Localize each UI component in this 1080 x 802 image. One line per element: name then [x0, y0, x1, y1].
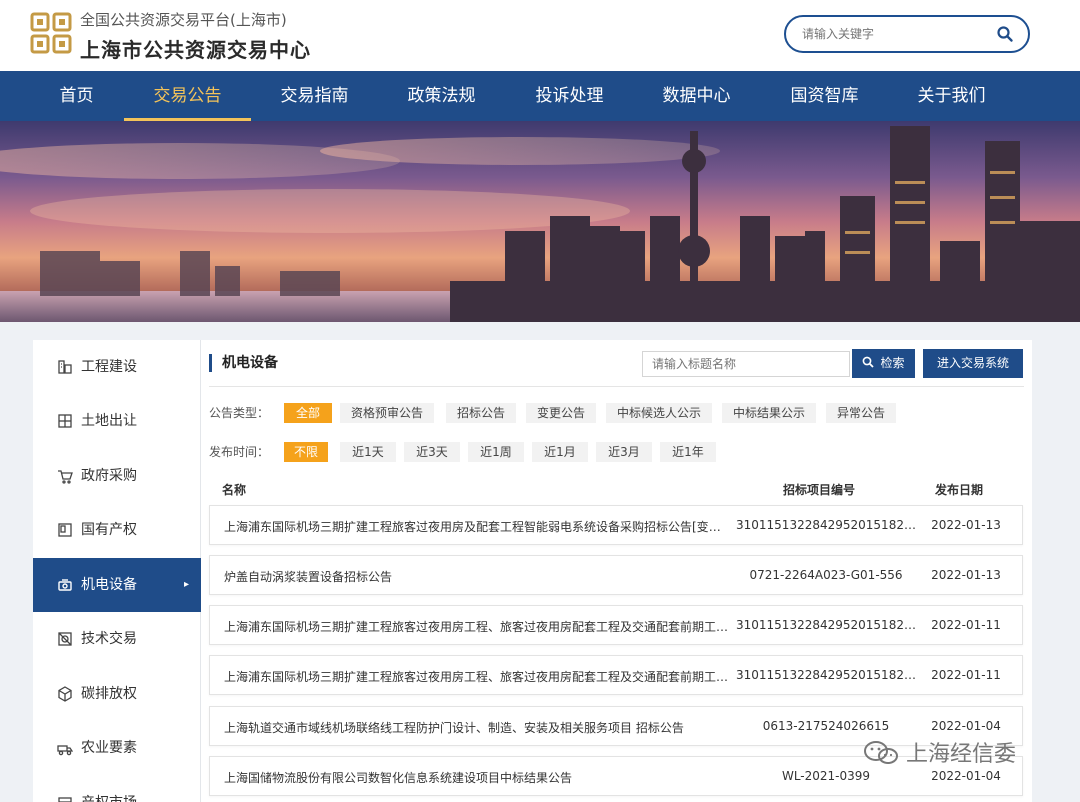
type-chip-prequalification[interactable]: 资格预审公告: [340, 403, 434, 423]
site-subtitle: 全国公共资源交易平台(上海市): [80, 11, 287, 29]
sidebar-item-market[interactable]: 产权市场: [33, 776, 201, 802]
agriculture-icon: [57, 745, 73, 756]
row-date: 2022-01-13: [931, 568, 1001, 582]
sidebar-item-label: 农业要素: [81, 740, 137, 756]
sidebar-item-label: 国有产权: [81, 522, 137, 538]
type-chip-result[interactable]: 中标结果公示: [722, 403, 816, 423]
sidebar-item-state-property[interactable]: 国有产权: [33, 503, 201, 557]
time-chip-1month[interactable]: 近1月: [532, 442, 588, 462]
row-code: 0613-217524026615: [762, 719, 890, 733]
time-chip-1day[interactable]: 近1天: [340, 442, 396, 462]
title-search-input[interactable]: [652, 356, 842, 372]
row-code: 310115132284295201518210100: [736, 618, 916, 632]
sidebar-item-label: 工程建设: [81, 359, 137, 375]
sidebar-item-label: 产权市场: [81, 776, 137, 802]
table-row[interactable]: 上海浦东国际机场三期扩建工程旅客过夜用房及配套工程智能弱电系统设备采购招标公告[…: [209, 505, 1023, 545]
city-skyline-banner: [0, 121, 1080, 322]
search-button[interactable]: 检索: [852, 349, 915, 378]
column-header-name: 名称: [222, 483, 247, 497]
nav-about[interactable]: 关于我们: [888, 71, 1015, 121]
time-chip-3days[interactable]: 近3天: [404, 442, 460, 462]
row-name[interactable]: 上海浦东国际机场三期扩建工程旅客过夜用房工程、旅客过夜用房配套工程及交通配套前期…: [224, 668, 732, 685]
skyline-illustration: [0, 126, 1080, 322]
site-header: 全国公共资源交易平台(上海市) 上海市公共资源交易中心: [0, 0, 1080, 71]
search-icon: [863, 356, 875, 368]
cart-icon: [58, 470, 73, 484]
sidebar-item-carbon[interactable]: 碳排放权: [33, 667, 201, 721]
sidebar-item-label: 政府采购: [81, 468, 137, 484]
search-icon[interactable]: [996, 25, 1014, 43]
announcement-panel: 机电设备 检索 进入交易系统 公告类型： 全部 资格预审公告 招标公告 变更公告…: [201, 340, 1032, 802]
sidebar-item-agriculture[interactable]: 农业要素: [33, 721, 201, 775]
column-header-code: 招标项目编号: [783, 483, 856, 497]
nav-policy[interactable]: 政策法规: [378, 71, 505, 121]
enter-trading-system-button[interactable]: 进入交易系统: [923, 349, 1023, 378]
row-name[interactable]: 上海浦东国际机场三期扩建工程旅客过夜用房及配套工程智能弱电系统设备采购招标公告[…: [224, 518, 732, 535]
type-chip-tender[interactable]: 招标公告: [446, 403, 516, 423]
main-nav: 首页 交易公告 交易指南 政策法规 投诉处理 数据中心 国资智库 关于我们: [0, 71, 1080, 121]
sidebar-item-equipment[interactable]: 机电设备 ▸: [33, 558, 201, 612]
time-filter-label: 发布时间：: [209, 445, 270, 459]
wechat-watermark: 上海经信委: [862, 738, 1016, 772]
sidebar-item-engineering[interactable]: 工程建设: [33, 340, 201, 394]
time-chip-1year[interactable]: 近1年: [660, 442, 716, 462]
row-date: 2022-01-11: [931, 618, 1001, 632]
nav-guide[interactable]: 交易指南: [251, 71, 378, 121]
type-chip-all[interactable]: 全部: [284, 403, 332, 423]
row-code: 310115132284295201518210100: [736, 668, 916, 682]
type-filter-label: 公告类型：: [209, 406, 270, 420]
carbon-icon: [58, 686, 72, 702]
type-chip-change[interactable]: 变更公告: [526, 403, 596, 423]
global-search: [784, 15, 1030, 53]
section-title: 机电设备: [209, 354, 278, 372]
logo-icon[interactable]: [30, 12, 72, 54]
chevron-right-icon: ▸: [183, 579, 189, 590]
market-icon: [58, 797, 72, 802]
time-chip-3months[interactable]: 近3月: [596, 442, 652, 462]
nav-announcements[interactable]: 交易公告: [124, 71, 251, 121]
title-search: [642, 351, 850, 377]
table-row[interactable]: 炉盖自动涡浆装置设备招标公告 0721-2264A023-G01-556 202…: [209, 555, 1023, 595]
row-date: 2022-01-04: [931, 719, 1001, 733]
nav-complaints[interactable]: 投诉处理: [506, 71, 633, 121]
building-icon: [58, 360, 72, 374]
row-name[interactable]: 上海轨道交通市域线机场联络线工程防护门设计、制造、安装及相关服务项目 招标公告: [224, 719, 732, 736]
nav-data-center[interactable]: 数据中心: [633, 71, 760, 121]
row-name[interactable]: 上海浦东国际机场三期扩建工程旅客过夜用房工程、旅客过夜用房配套工程及交通配套前期…: [224, 618, 732, 635]
sidebar-item-label: 机电设备: [81, 577, 137, 593]
type-chip-candidate[interactable]: 中标候选人公示: [606, 403, 712, 423]
global-search-input[interactable]: [802, 25, 992, 43]
equipment-icon: [58, 579, 72, 591]
site-title[interactable]: 上海市公共资源交易中心: [80, 34, 311, 63]
category-sidebar: 工程建设 土地出让 政府采购 国有产权 机电设备 ▸ 技术交易 碳排放权 农业要…: [33, 340, 201, 802]
sidebar-item-label: 土地出让: [81, 413, 137, 429]
row-code: 310115132284295201518210100: [736, 518, 916, 532]
row-name[interactable]: 炉盖自动涡浆装置设备招标公告: [224, 568, 732, 585]
column-header-date: 发布日期: [935, 483, 984, 497]
row-date: 2022-01-11: [931, 668, 1001, 682]
sidebar-item-technology[interactable]: 技术交易: [33, 612, 201, 666]
wechat-icon: [864, 741, 898, 764]
tech-icon: [58, 632, 72, 646]
nav-think-tank[interactable]: 国资智库: [761, 71, 888, 121]
watermark-text: 上海经信委: [906, 742, 1017, 767]
row-code: 0721-2264A023-G01-556: [749, 568, 903, 582]
land-icon: [58, 414, 72, 428]
nav-home[interactable]: 首页: [13, 71, 140, 121]
property-icon: [58, 523, 72, 537]
row-name[interactable]: 上海国储物流股份有限公司数智化信息系统建设项目中标结果公告: [224, 769, 732, 786]
sidebar-item-land[interactable]: 土地出让: [33, 394, 201, 448]
sidebar-item-procurement[interactable]: 政府采购: [33, 449, 201, 503]
table-row[interactable]: 上海浦东国际机场三期扩建工程旅客过夜用房工程、旅客过夜用房配套工程及交通配套前期…: [209, 655, 1023, 695]
row-date: 2022-01-13: [931, 518, 1001, 532]
search-button-label: 检索: [880, 356, 905, 370]
divider: [209, 386, 1024, 387]
sidebar-item-label: 技术交易: [81, 631, 137, 647]
type-chip-abnormal[interactable]: 异常公告: [826, 403, 896, 423]
table-row[interactable]: 上海浦东国际机场三期扩建工程旅客过夜用房工程、旅客过夜用房配套工程及交通配套前期…: [209, 605, 1023, 645]
time-chip-1week[interactable]: 近1周: [468, 442, 524, 462]
sidebar-item-label: 碳排放权: [81, 686, 137, 702]
time-chip-any[interactable]: 不限: [284, 442, 328, 462]
